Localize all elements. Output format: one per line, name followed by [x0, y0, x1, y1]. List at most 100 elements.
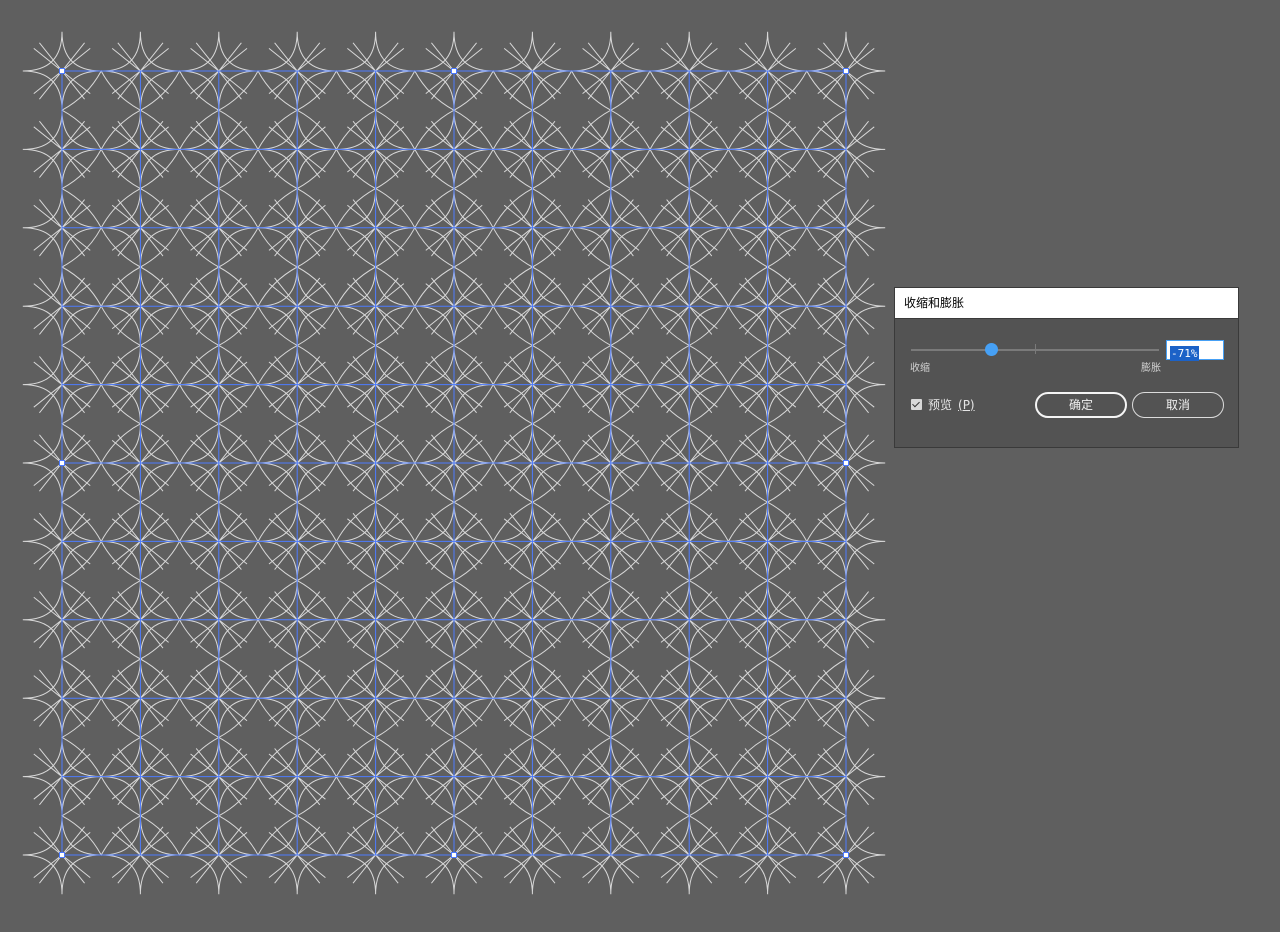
pucker-bloat-dialog: 收缩和膨胀 收缩 膨胀 -71% 预览 (P) 确定 取消 [894, 287, 1239, 448]
resize-handle[interactable] [843, 460, 849, 466]
cancel-button[interactable]: 取消 [1132, 392, 1224, 418]
pattern-petal [766, 540, 848, 621]
pattern-petal [531, 461, 612, 543]
resize-handle[interactable] [59, 852, 65, 858]
resize-handle[interactable] [59, 460, 65, 466]
pattern-petal [296, 69, 377, 151]
pattern-petal [609, 305, 691, 386]
pattern-petal [374, 226, 456, 308]
percent-input-value: -71% [1170, 346, 1199, 361]
pattern-petal [296, 383, 377, 465]
pattern-petal [296, 618, 377, 700]
pattern-petal [217, 383, 299, 465]
pattern-petal [374, 540, 456, 621]
pattern-petal [217, 618, 299, 700]
pattern-petal [609, 148, 691, 229]
pattern-petal [531, 618, 612, 700]
slider-max-label: 膨胀 [1141, 363, 1161, 374]
pucker-bloat-pattern[interactable] [0, 0, 890, 932]
pattern-petal [296, 305, 377, 386]
pattern-petal [217, 226, 299, 308]
pattern-petal [609, 618, 691, 700]
pattern-petal [217, 775, 299, 857]
pattern-petal [60, 383, 142, 465]
pattern-petal [609, 383, 691, 465]
pattern-petal [296, 148, 377, 229]
pattern-petal [766, 226, 848, 308]
pattern-petal [139, 540, 220, 621]
pattern-petal [139, 618, 220, 700]
pattern-petal [60, 461, 142, 543]
preview-label: 预览 [928, 398, 953, 412]
pattern-petal [452, 618, 534, 700]
slider-center-tick [1035, 344, 1036, 354]
pattern-petal [531, 383, 612, 465]
pattern-petal [766, 697, 848, 778]
selection-guides [61, 70, 847, 856]
pattern-petal [688, 618, 769, 700]
pattern-petal [688, 305, 769, 386]
pucker-bloat-slider[interactable]: 收缩 膨胀 [910, 338, 1161, 374]
pattern-petal [60, 618, 142, 700]
pattern-petal [531, 148, 612, 229]
pattern-petal [296, 697, 377, 778]
resize-handle[interactable] [843, 852, 849, 858]
pattern-petal [139, 69, 220, 151]
pattern-petal [296, 775, 377, 857]
pattern-petal [60, 226, 142, 308]
pattern-petal [766, 305, 848, 386]
resize-handle[interactable] [843, 68, 849, 74]
pattern-petal [374, 697, 456, 778]
pattern-petal [139, 697, 220, 778]
ok-button[interactable]: 确定 [1035, 392, 1127, 418]
pattern-petal [766, 775, 848, 857]
pattern-petal [60, 697, 142, 778]
resize-handle[interactable] [451, 68, 457, 74]
pattern-petal [139, 461, 220, 543]
pattern-petal [766, 618, 848, 700]
pattern-petal [374, 383, 456, 465]
pattern-petal [609, 540, 691, 621]
pattern-petal [217, 305, 299, 386]
pattern-petal [531, 226, 612, 308]
slider-min-label: 收缩 [910, 363, 930, 374]
pattern-petal [766, 148, 848, 229]
pattern-petal [531, 305, 612, 386]
resize-handle[interactable] [59, 68, 65, 74]
pattern-petal [139, 775, 220, 857]
pattern-petal [766, 461, 848, 543]
pattern-petal [452, 305, 534, 386]
slider-thumb[interactable] [984, 343, 998, 356]
pattern-petal [139, 226, 220, 308]
pattern-petal [374, 461, 456, 543]
pattern-petal [609, 775, 691, 857]
pattern-petal [688, 775, 769, 857]
pattern-petal [452, 540, 534, 621]
pattern-petal [374, 69, 456, 151]
percent-input[interactable]: -71% [1166, 340, 1224, 361]
preview-checkbox[interactable] [911, 399, 922, 410]
pattern-petal [374, 775, 456, 857]
pattern-petal [531, 697, 612, 778]
resize-handle[interactable] [451, 852, 457, 858]
artboard-canvas[interactable] [0, 0, 890, 932]
pattern-petal [139, 383, 220, 465]
pattern-petal [688, 383, 769, 465]
pattern-petal [60, 148, 142, 229]
pattern-petal [296, 540, 377, 621]
pattern-petal [766, 383, 848, 465]
pattern-petal [609, 226, 691, 308]
pattern-petal [531, 69, 612, 151]
pattern-petal [296, 461, 377, 543]
pattern-petal [452, 69, 534, 151]
pattern-petal [374, 305, 456, 386]
pattern-petal [217, 148, 299, 229]
pattern-petal [217, 69, 299, 151]
pattern-petal [60, 540, 142, 621]
preview-option[interactable]: 预览 (P) [911, 396, 975, 413]
pattern-petal [217, 461, 299, 543]
pattern-petal [609, 69, 691, 151]
pattern-petal [60, 775, 142, 857]
pattern-petal [452, 461, 534, 543]
pattern-petal [766, 69, 848, 151]
